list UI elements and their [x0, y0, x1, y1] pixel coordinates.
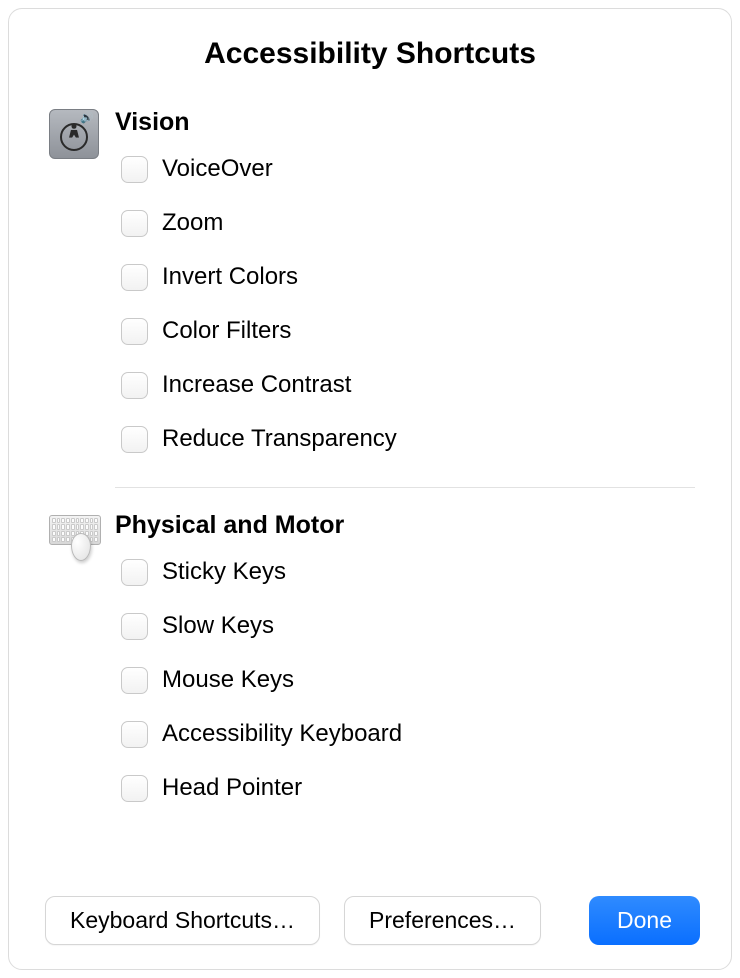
checkbox-head-pointer[interactable] [121, 775, 148, 802]
panel-title: Accessibility Shortcuts [45, 37, 695, 71]
option-reduce-transparency: Reduce Transparency [121, 425, 695, 453]
label-mouse-keys: Mouse Keys [162, 666, 294, 694]
option-mouse-keys: Mouse Keys [121, 666, 695, 694]
checkbox-color-filters[interactable] [121, 318, 148, 345]
label-slow-keys: Slow Keys [162, 612, 274, 640]
option-sticky-keys: Sticky Keys [121, 558, 695, 586]
checkbox-accessibility-keyboard[interactable] [121, 721, 148, 748]
option-head-pointer: Head Pointer [121, 774, 695, 802]
checkbox-sticky-keys[interactable] [121, 559, 148, 586]
keyboard-mouse-icon [49, 512, 99, 562]
option-voiceover: VoiceOver [121, 155, 695, 183]
option-increase-contrast: Increase Contrast [121, 371, 695, 399]
checkbox-increase-contrast[interactable] [121, 372, 148, 399]
keyboard-shortcuts-button[interactable]: Keyboard Shortcuts… [45, 896, 320, 945]
label-head-pointer: Head Pointer [162, 774, 302, 802]
checkbox-zoom[interactable] [121, 210, 148, 237]
checkbox-slow-keys[interactable] [121, 613, 148, 640]
label-zoom: Zoom [162, 209, 223, 237]
label-sticky-keys: Sticky Keys [162, 558, 286, 586]
checkbox-reduce-transparency[interactable] [121, 426, 148, 453]
section-physical-motor: Physical and Motor Sticky Keys Slow Keys… [49, 510, 695, 828]
option-zoom: Zoom [121, 209, 695, 237]
option-accessibility-keyboard: Accessibility Keyboard [121, 720, 695, 748]
label-color-filters: Color Filters [162, 317, 291, 345]
content-area: 🔊 Vision VoiceOver Zoom [45, 107, 695, 884]
checkbox-voiceover[interactable] [121, 156, 148, 183]
option-slow-keys: Slow Keys [121, 612, 695, 640]
label-invert-colors: Invert Colors [162, 263, 298, 291]
label-reduce-transparency: Reduce Transparency [162, 425, 397, 453]
checkbox-invert-colors[interactable] [121, 264, 148, 291]
preferences-button[interactable]: Preferences… [344, 896, 541, 945]
section-vision: 🔊 Vision VoiceOver Zoom [49, 107, 695, 479]
label-voiceover: VoiceOver [162, 155, 273, 183]
checkbox-mouse-keys[interactable] [121, 667, 148, 694]
label-accessibility-keyboard: Accessibility Keyboard [162, 720, 402, 748]
section-heading-vision: Vision [115, 107, 695, 137]
accessibility-vision-icon: 🔊 [49, 109, 99, 159]
accessibility-shortcuts-panel: Accessibility Shortcuts 🔊 Vision VoiceOv… [8, 8, 732, 970]
section-heading-physical-motor: Physical and Motor [115, 510, 695, 540]
option-color-filters: Color Filters [121, 317, 695, 345]
done-button[interactable]: Done [589, 896, 700, 945]
label-increase-contrast: Increase Contrast [162, 371, 351, 399]
option-invert-colors: Invert Colors [121, 263, 695, 291]
footer-buttons: Keyboard Shortcuts… Preferences… Done [45, 896, 695, 945]
section-divider [115, 487, 695, 488]
